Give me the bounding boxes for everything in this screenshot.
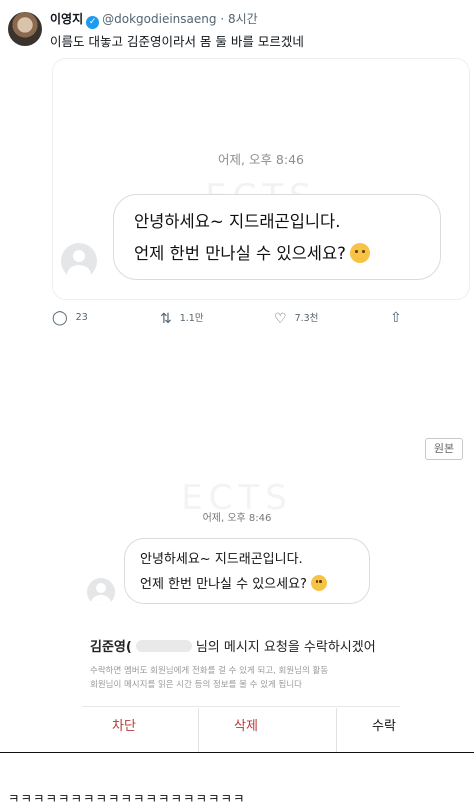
spacer: [0, 337, 474, 437]
tweet: 이영지 ✓ @dokgodieinsaeng · 8시간 이름도 대놓고 김준영이라…: [0, 0, 474, 345]
tweet-image[interactable]: 어제, 오후 8:46 ECTS 안녕하세요~ 지드래곤입니다. 언제 한번 만…: [52, 58, 470, 300]
divider: [82, 706, 400, 707]
reply-icon: ◯: [52, 310, 68, 326]
tweet-time: · 8시간: [220, 12, 258, 26]
author-name[interactable]: 이영지: [50, 12, 83, 26]
author-handle[interactable]: @dokgodieinsaeng: [102, 12, 216, 26]
message-line-2-text: 언제 한번 만나실 수 있으세요?: [134, 244, 346, 263]
shushing-face-emoji-icon: [349, 243, 370, 263]
message-line-2-text: 언제 한번 만나실 수 있으세요?: [140, 577, 307, 592]
message-request-sheet: 김준영( 님의 메시지 요청을 수락하시겠어 수락하면 멤버도 회원님에게 전화를…: [82, 620, 400, 752]
retweet-count: 1.1만: [179, 313, 204, 324]
heart-icon: ♡: [274, 311, 287, 327]
message-bubble: 안녕하세요~ 지드래곤입니다. 언제 한번 만나실 수 있으세요?: [113, 194, 441, 280]
profile-avatar[interactable]: [8, 12, 42, 46]
message-timestamp: 어제, 오후 8:46: [218, 152, 304, 167]
divider-line: [0, 752, 474, 753]
message-bubble-2: 안녕하세요~ 지드래곤입니다. 언제 한번 만나실 수 있으세요?: [124, 538, 370, 604]
sheet-description-1: 수락하면 멤버도 회원님에게 전화를 걸 수 있게 되고, 회원님의 활동: [90, 666, 329, 676]
share-icon: ⇧: [390, 310, 402, 326]
shushing-face-emoji-icon: [310, 575, 327, 591]
tweet-text: 이름도 대놓고 김준영이라서 몸 둘 바를 모르겠네: [50, 34, 304, 49]
message-timestamp-2: 어제, 오후 8:46: [202, 513, 272, 524]
message-line-2: 언제 한번 만나실 수 있으세요?: [134, 240, 370, 264]
reply-action[interactable]: ◯ 23: [52, 310, 88, 326]
blurred-username: [135, 640, 192, 652]
retweet-action[interactable]: ⇅ 1.1만: [160, 310, 204, 327]
like-action[interactable]: ♡ 7.3천: [274, 310, 318, 327]
button-separator: [336, 708, 337, 752]
sender-avatar-2: [87, 578, 115, 606]
message-line-2: 언제 한번 만나실 수 있으세요?: [140, 573, 327, 592]
message-line-1: 안녕하세요~ 지드래곤입니다.: [140, 552, 303, 567]
delete-button[interactable]: 삭제: [234, 715, 258, 734]
like-count: 7.3천: [294, 313, 319, 324]
verified-badge-icon: ✓: [86, 16, 100, 29]
share-action[interactable]: ⇧: [390, 310, 410, 326]
sheet-description-2: 회원님이 메시지를 읽은 시간 등의 정보를 볼 수 있게 됩니다: [90, 680, 302, 690]
retweet-icon: ⇅: [160, 311, 172, 327]
original-badge[interactable]: 원본: [425, 438, 463, 460]
button-separator: [198, 708, 199, 752]
sheet-title-rest: 님의 메시지 요청을 수락하시겠어: [195, 640, 376, 655]
sender-avatar: [61, 243, 97, 279]
message-line-1: 안녕하세요~ 지드래곤입니다.: [134, 212, 341, 231]
block-button[interactable]: 차단: [112, 715, 136, 734]
tweet-header: 이영지 ✓ @dokgodieinsaeng · 8시간: [50, 10, 258, 29]
sheet-title: 김준영( 님의 메시지 요청을 수락하시겠어: [90, 636, 376, 655]
requester-name: 김준영(: [90, 640, 132, 655]
comment-text: ㅋㅋㅋㅋㅋㅋㅋㅋㅋㅋㅋㅋㅋㅋㅋㅋㅋㅋㅋ: [8, 791, 246, 806]
accept-button[interactable]: 수락: [372, 715, 396, 734]
reply-count: 23: [75, 312, 88, 323]
